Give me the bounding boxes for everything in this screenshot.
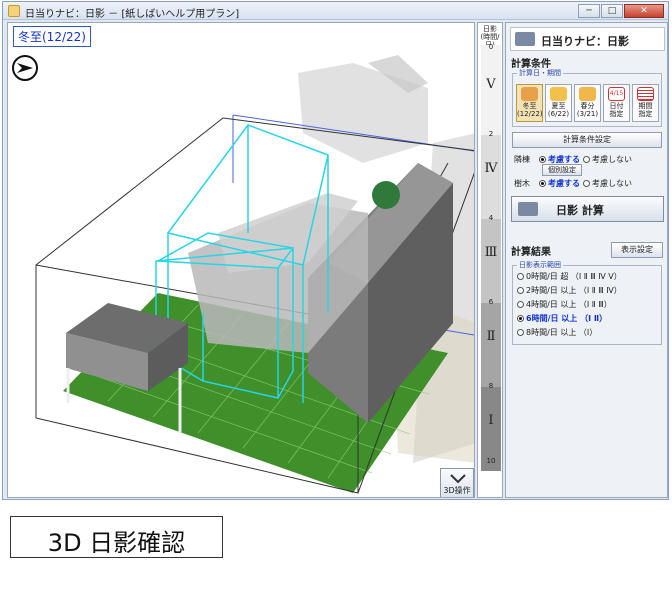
shadow-hours-scale: 日影 (時間/日) 0 2 4 6 8 10 Ⅴ Ⅳ Ⅲ Ⅱ Ⅰ (477, 22, 503, 498)
neighbor-ignore-radio[interactable] (583, 156, 590, 163)
calc-icon (518, 202, 538, 216)
trees-ignore-radio[interactable] (583, 180, 590, 187)
3d-operation-label: 3D操作 (443, 486, 471, 495)
scale-tick-label: 0 (488, 43, 494, 51)
minimize-button[interactable]: ─ (578, 4, 600, 18)
scale-rank-label: Ⅴ (486, 77, 496, 92)
caption-text: 3D 日影確認 (47, 529, 186, 557)
result-row-0h[interactable]: 0時間/日 超 （Ⅰ Ⅱ Ⅲ Ⅳ Ⅴ） (514, 271, 622, 282)
tree (372, 181, 400, 209)
maximize-button[interactable]: □ (601, 4, 623, 18)
3d-operation-button[interactable]: 3D操作 (440, 468, 474, 497)
app-window: 日当りナビ：日影 － [紙しばいヘルプ用プラン] ─ □ ✕ 冬至(12/22)… (2, 1, 669, 500)
spring-equinox-button[interactable]: 春分 (3/21) (574, 84, 601, 122)
summer-solstice-button[interactable]: 夏至 (6/22) (545, 84, 572, 122)
caption-box: 3D 日影確認 (10, 516, 223, 558)
scale-rank-label: Ⅲ (484, 245, 498, 260)
scale-tick-label: 10 (486, 457, 496, 465)
compass-icon[interactable] (12, 55, 38, 81)
window-controls: ─ □ ✕ (578, 4, 664, 18)
result-row-6h[interactable]: 6時間/日 以上 （Ⅰ Ⅱ） (514, 313, 607, 324)
neighbor-consider-radio[interactable] (539, 156, 546, 163)
close-button[interactable]: ✕ (624, 4, 664, 18)
date-label: 冬至(12/22) (13, 26, 91, 47)
title-bar[interactable]: 日当りナビ：日影 － [紙しばいヘルプ用プラン] ─ □ ✕ (3, 2, 668, 20)
spring-house-icon (579, 87, 596, 101)
result-row-2h[interactable]: 2時間/日 以上 （Ⅰ Ⅱ Ⅲ Ⅳ） (514, 285, 622, 296)
3d-scene[interactable] (8, 23, 475, 498)
calendar-icon: 4/15 (608, 87, 625, 101)
scale-tick-label: 4 (488, 214, 494, 222)
specify-period-button[interactable]: 期間 指定 (632, 84, 659, 122)
scale-rank-label: Ⅳ (484, 161, 498, 176)
result-row-8h[interactable]: 8時間/日 以上 （Ⅰ） (514, 327, 597, 338)
result-row-4h[interactable]: 4時間/日 以上 （Ⅰ Ⅱ Ⅲ） (514, 299, 612, 310)
winter-house-icon (521, 87, 538, 101)
summer-house-icon (550, 87, 567, 101)
scale-band-iii (481, 219, 501, 303)
scale-tick-label: 6 (488, 298, 494, 306)
window-title: 日当りナビ：日影 － [紙しばいヘルプ用プラン] (25, 9, 240, 20)
scale-tick-label: 8 (488, 382, 494, 390)
scale-rank-label: Ⅰ (488, 413, 494, 428)
calc-date-group: 計算日・期間 冬至 (12/22) 夏至 (6/22) 春分 (3/21) 4/… (512, 68, 662, 127)
sun-navi-icon (515, 32, 535, 46)
scale-band-ii (481, 303, 501, 387)
results-heading: 計算結果 (511, 247, 551, 258)
3d-viewport[interactable]: 冬至(12/22) 3D操作 (7, 22, 475, 498)
display-settings-button[interactable]: 表示設定 (611, 242, 663, 258)
trees-option: 樹木 考慮する 考慮しない (514, 179, 632, 188)
shadow-calc-button[interactable]: 日影 計算 (511, 196, 664, 222)
panel-title: 日当りナビ：日影 (510, 27, 665, 51)
scale-band-iv (481, 135, 501, 219)
scale-rank-label: Ⅱ (486, 329, 496, 344)
specify-date-button[interactable]: 4/15 日付 指定 (603, 84, 630, 122)
trees-consider-radio[interactable] (539, 180, 546, 187)
control-panel: 日当りナビ：日影 計算条件 計算日・期間 冬至 (12/22) 夏至 (6/22… (505, 22, 668, 498)
app-icon (8, 5, 20, 17)
calendar-range-icon (637, 87, 654, 101)
individual-settings-button[interactable]: 個別設定 (542, 164, 582, 176)
scale-tick-label: 2 (488, 130, 494, 138)
winter-solstice-button[interactable]: 冬至 (12/22) (516, 84, 543, 122)
calc-settings-button[interactable]: 計算条件設定 (512, 132, 662, 148)
